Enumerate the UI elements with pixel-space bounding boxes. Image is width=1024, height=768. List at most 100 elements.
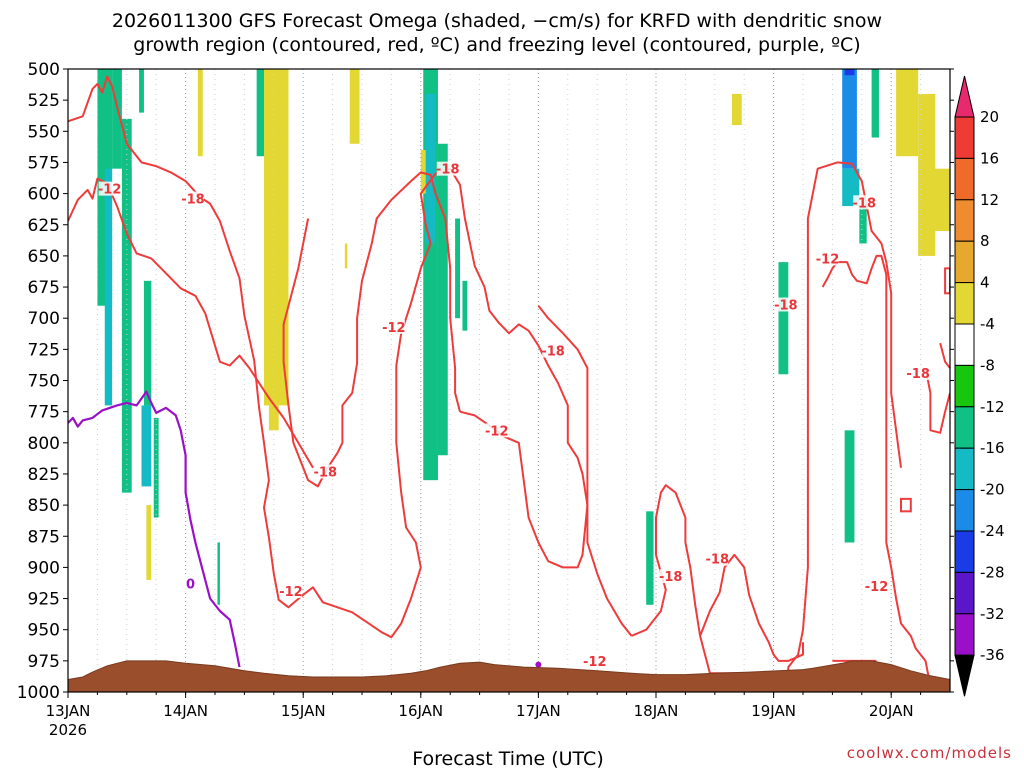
omega-patch-8 <box>153 417 159 518</box>
background <box>0 0 1024 768</box>
y-tick-label-1: 525 <box>28 91 60 111</box>
colorbar-label-8: -16 <box>980 439 1005 457</box>
colorbar-label-10: -24 <box>980 522 1005 540</box>
omega-patch-22 <box>844 430 855 543</box>
x-tick-label-3: 16JAN <box>398 702 443 720</box>
omega-patch-34 <box>925 168 950 231</box>
colorbar-bin-11 <box>954 571 975 615</box>
y-tick-label-8: 700 <box>28 309 60 329</box>
y-tick-label-17: 925 <box>28 590 60 610</box>
omega-patch-13 <box>455 218 460 319</box>
colorbar-bin-1 <box>954 157 975 201</box>
x-tick-label-6: 19JAN <box>751 702 796 720</box>
y-tick-label-7: 675 <box>28 278 60 298</box>
colorbar-bin-2 <box>954 199 975 242</box>
y-tick-label-9: 725 <box>28 340 60 360</box>
y-tick-label-10: 750 <box>28 372 60 392</box>
colorbar-bin-4 <box>954 282 975 325</box>
colorbar-label-11: -28 <box>980 563 1005 581</box>
x-tick-label-4: 17JAN <box>516 702 561 720</box>
y-tick-label-16: 900 <box>28 558 60 578</box>
y-tick-label-12: 800 <box>28 434 60 454</box>
colorbar-bin-10 <box>954 530 975 573</box>
chart-title-line-1: 2026011300 GFS Forecast Omega (shaded, −… <box>112 10 882 32</box>
x-tick-label-1: 14JAN <box>163 702 208 720</box>
omega-patch-9 <box>256 69 264 157</box>
y-tick-label-19: 975 <box>28 652 60 672</box>
contour-label-4: -12 <box>382 321 406 336</box>
contour-label-8: -12 <box>583 655 607 670</box>
omega-patch-11 <box>425 93 436 244</box>
omega-patch-24 <box>217 542 220 605</box>
contour-label-12: -12 <box>816 252 840 267</box>
omega-patch-4 <box>126 168 132 244</box>
y-tick-label-6: 650 <box>28 247 60 267</box>
credit-text: coolwx.com/models <box>847 744 1012 762</box>
y-tick-label-20: 1000 <box>17 683 60 703</box>
omega-patch-25 <box>197 69 203 157</box>
x-tick-sublabel-0: 2026 <box>49 721 87 739</box>
contour-label-3: -12 <box>279 585 303 600</box>
omega-patch-12 <box>437 143 448 456</box>
colorbar-bin-6 <box>954 364 975 408</box>
x-tick-label-7: 20JAN <box>869 702 914 720</box>
colorbar-label-2: 12 <box>980 191 999 209</box>
omega-patch-29 <box>344 243 348 269</box>
omega-patch-16 <box>778 262 789 375</box>
omega-patch-15 <box>646 511 654 605</box>
contour-label-7: -18 <box>541 345 565 360</box>
omega-patch-18 <box>844 69 855 76</box>
contour-label-9: -18 <box>659 570 683 585</box>
contour-label-2: -18 <box>314 465 338 480</box>
omega-patch-2 <box>104 168 113 406</box>
y-tick-label-4: 600 <box>28 185 60 205</box>
x-tick-label-2: 15JAN <box>281 702 326 720</box>
omega-patch-6 <box>143 280 152 406</box>
y-tick-label-18: 950 <box>28 621 60 641</box>
colorbar-bin-8 <box>954 447 975 491</box>
omega-patch-20 <box>859 206 867 244</box>
colorbar-bin-12 <box>954 613 975 656</box>
omega-patch-23 <box>146 505 152 580</box>
omega-patch-21 <box>871 69 879 138</box>
contour-label-6: -12 <box>485 424 509 439</box>
freezing-level-dot <box>535 661 542 668</box>
contour-label-10: -18 <box>706 553 730 568</box>
contour-label-15: -18 <box>906 367 930 382</box>
colorbar-label-6: -8 <box>980 356 995 374</box>
omega-patch-5 <box>139 69 144 113</box>
colorbar-bin-5 <box>954 323 975 366</box>
contour-label-5: -18 <box>436 163 460 178</box>
colorbar-label-12: -32 <box>980 605 1005 623</box>
contour-label-14: -12 <box>865 580 889 595</box>
colorbar-label-7: -12 <box>980 398 1005 416</box>
y-tick-label-0: 500 <box>28 60 60 80</box>
contour-label-0: -12 <box>98 183 122 198</box>
omega-patch-17 <box>842 69 857 169</box>
colorbar-label-3: 8 <box>980 232 990 250</box>
omega-patch-26 <box>264 69 289 406</box>
colorbar-label-1: 16 <box>980 149 999 167</box>
contour-label-13: -18 <box>853 196 877 211</box>
colorbar-bin-0 <box>954 116 975 159</box>
colorbar-bin-3 <box>954 240 975 284</box>
omega-patch-32 <box>896 69 919 157</box>
x-tick-label-0: 13JAN <box>46 702 91 720</box>
colorbar-label-9: -20 <box>980 481 1005 499</box>
colorbar-bin-7 <box>954 406 975 449</box>
omega-patch-28 <box>349 69 360 144</box>
contour-label-1: -18 <box>181 193 205 208</box>
y-tick-label-13: 825 <box>28 465 60 485</box>
x-axis-title: Forecast Time (UTC) <box>412 748 603 768</box>
contour-label-16: 0 <box>186 578 195 593</box>
colorbar-bin-9 <box>954 489 975 532</box>
omega-patch-31 <box>731 93 742 126</box>
colorbar-label-4: 4 <box>980 274 990 292</box>
y-tick-label-2: 550 <box>28 122 60 142</box>
colorbar-label-13: -36 <box>980 646 1005 664</box>
colorbar-label-0: 20 <box>980 108 999 126</box>
y-tick-label-15: 875 <box>28 527 60 547</box>
y-tick-label-5: 625 <box>28 216 60 236</box>
chart-title-line-2: growth region (contoured, red, ºC) and f… <box>133 34 860 56</box>
y-tick-label-11: 775 <box>28 403 60 423</box>
